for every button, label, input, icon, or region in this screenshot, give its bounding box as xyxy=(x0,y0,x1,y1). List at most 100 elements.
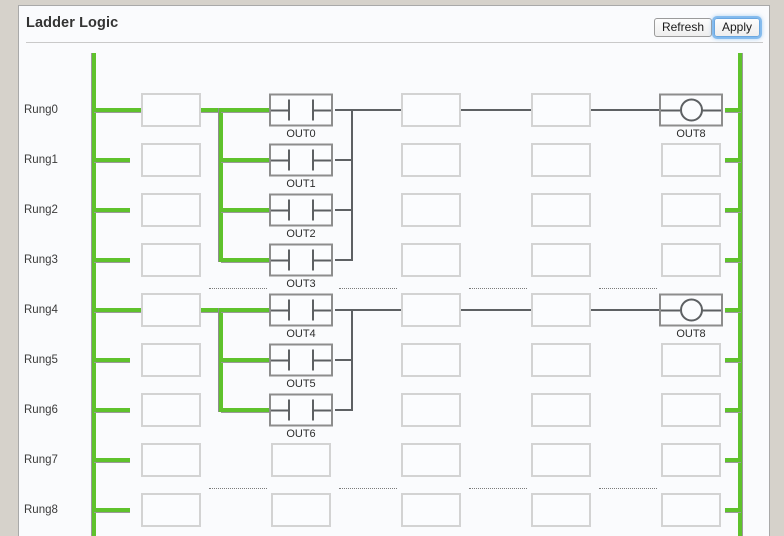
dotted-separator xyxy=(469,288,527,289)
slot-r2-c3[interactable] xyxy=(531,193,591,227)
slot-r1-c0[interactable] xyxy=(141,143,201,177)
coil-label-out8-r0: OUT8 xyxy=(676,128,706,140)
wire-rail-stub-r6 xyxy=(94,408,130,412)
contact-lead-right xyxy=(314,259,331,261)
contact-lead-right xyxy=(314,109,331,111)
slot-r6-c2[interactable] xyxy=(401,393,461,427)
contact-lead-left xyxy=(271,409,288,411)
contact-bar-right xyxy=(312,349,314,371)
contact-label-out5: OUT5 xyxy=(286,378,316,390)
contact-out1[interactable] xyxy=(269,143,333,177)
contact-lead-right xyxy=(314,359,331,361)
slot-r3-c4[interactable] xyxy=(661,243,721,277)
rung-label-4: Rung4 xyxy=(24,304,58,316)
wire-branch-to-out3 xyxy=(221,258,271,262)
contact-lead-left xyxy=(271,309,288,311)
wire-branch-to-out2 xyxy=(221,208,271,212)
slot-r7-c3[interactable] xyxy=(531,443,591,477)
contact-bar-right xyxy=(312,249,314,271)
contact-lead-left xyxy=(271,259,288,261)
contact-out2[interactable] xyxy=(269,193,333,227)
contact-bar-right xyxy=(312,399,314,421)
contact-bar-right xyxy=(312,299,314,321)
slot-r5-c4[interactable] xyxy=(661,343,721,377)
slot-r8-c2[interactable] xyxy=(401,493,461,527)
wire-rail-stub-right-r2 xyxy=(725,208,741,212)
slot-r0-c0[interactable] xyxy=(141,93,201,127)
contact-bar-left xyxy=(288,299,290,321)
contact-out4[interactable] xyxy=(269,293,333,327)
coil-out8-r4[interactable] xyxy=(659,293,723,327)
wire-rail-stub-right-r6 xyxy=(725,408,741,412)
coil-lead-right xyxy=(702,309,721,311)
wire-branch-to-out6 xyxy=(221,408,271,412)
dotted-separator xyxy=(599,488,657,489)
slot-r7-c1[interactable] xyxy=(271,443,331,477)
wire-rail-stub-r2 xyxy=(94,208,130,212)
contact-bar-left xyxy=(288,399,290,421)
slot-r8-c0[interactable] xyxy=(141,493,201,527)
slot-r1-c4[interactable] xyxy=(661,143,721,177)
coil-out8-r0[interactable] xyxy=(659,93,723,127)
slot-r7-c0[interactable] xyxy=(141,443,201,477)
wire-rail-stub-r5 xyxy=(94,358,130,362)
contact-lead-right xyxy=(314,209,331,211)
contact-lead-right xyxy=(314,309,331,311)
slot-r0-c2[interactable] xyxy=(401,93,461,127)
slot-r5-c0[interactable] xyxy=(141,343,201,377)
wire-rail-stub-right-r5 xyxy=(725,358,741,362)
contact-out5[interactable] xyxy=(269,343,333,377)
slot-r4-c3[interactable] xyxy=(531,293,591,327)
slot-r2-c0[interactable] xyxy=(141,193,201,227)
contact-out6[interactable] xyxy=(269,393,333,427)
slot-r7-c4[interactable] xyxy=(661,443,721,477)
slot-r8-c3[interactable] xyxy=(531,493,591,527)
apply-button[interactable]: Apply xyxy=(713,18,760,37)
rung-label-7: Rung7 xyxy=(24,454,58,466)
wire-branch-to-out1 xyxy=(221,158,271,162)
rung-label-6: Rung6 xyxy=(24,404,58,416)
slot-r3-c0[interactable] xyxy=(141,243,201,277)
contact-bar-left xyxy=(288,99,290,121)
wire-rail-stub-r3 xyxy=(94,258,130,262)
slot-r1-c3[interactable] xyxy=(531,143,591,177)
slot-r6-c3[interactable] xyxy=(531,393,591,427)
contact-lead-left xyxy=(271,359,288,361)
contact-label-out4: OUT4 xyxy=(286,328,316,340)
slot-r5-c3[interactable] xyxy=(531,343,591,377)
wire-branch-to-out0 xyxy=(221,108,271,112)
rung-label-2: Rung2 xyxy=(24,204,58,216)
slot-r6-c0[interactable] xyxy=(141,393,201,427)
contact-label-out1: OUT1 xyxy=(286,178,316,190)
coil-lead-left xyxy=(661,309,680,311)
contact-lead-right xyxy=(314,159,331,161)
slot-r5-c2[interactable] xyxy=(401,343,461,377)
branch-rail-group1 xyxy=(219,108,223,262)
slot-r2-c2[interactable] xyxy=(401,193,461,227)
joiner-rail-group2 xyxy=(351,309,353,411)
wire-joiner-to-coil-r4 xyxy=(351,309,662,311)
panel-header: Ladder Logic Refresh Apply xyxy=(19,6,769,42)
slot-r8-c1[interactable] xyxy=(271,493,331,527)
slot-r8-c4[interactable] xyxy=(661,493,721,527)
slot-r4-c0[interactable] xyxy=(141,293,201,327)
wire-rail-stub-right-r8 xyxy=(725,508,741,512)
slot-r2-c4[interactable] xyxy=(661,193,721,227)
contact-out0[interactable] xyxy=(269,93,333,127)
ladder-logic-window: Ladder Logic Refresh Apply Rung0 Rung1 R… xyxy=(0,0,784,536)
wire-rail-stub-r1 xyxy=(94,158,130,162)
slot-r4-c2[interactable] xyxy=(401,293,461,327)
contact-out3[interactable] xyxy=(269,243,333,277)
slot-r7-c2[interactable] xyxy=(401,443,461,477)
slot-r1-c2[interactable] xyxy=(401,143,461,177)
contact-bar-left xyxy=(288,149,290,171)
slot-r0-c3[interactable] xyxy=(531,93,591,127)
coil-label-out8-r4: OUT8 xyxy=(676,328,706,340)
refresh-button[interactable]: Refresh xyxy=(653,18,712,37)
wire-rail-stub-right-r1 xyxy=(725,158,741,162)
contact-label-out6: OUT6 xyxy=(286,428,316,440)
slot-r3-c2[interactable] xyxy=(401,243,461,277)
contact-label-out2: OUT2 xyxy=(286,228,316,240)
slot-r3-c3[interactable] xyxy=(531,243,591,277)
slot-r6-c4[interactable] xyxy=(661,393,721,427)
